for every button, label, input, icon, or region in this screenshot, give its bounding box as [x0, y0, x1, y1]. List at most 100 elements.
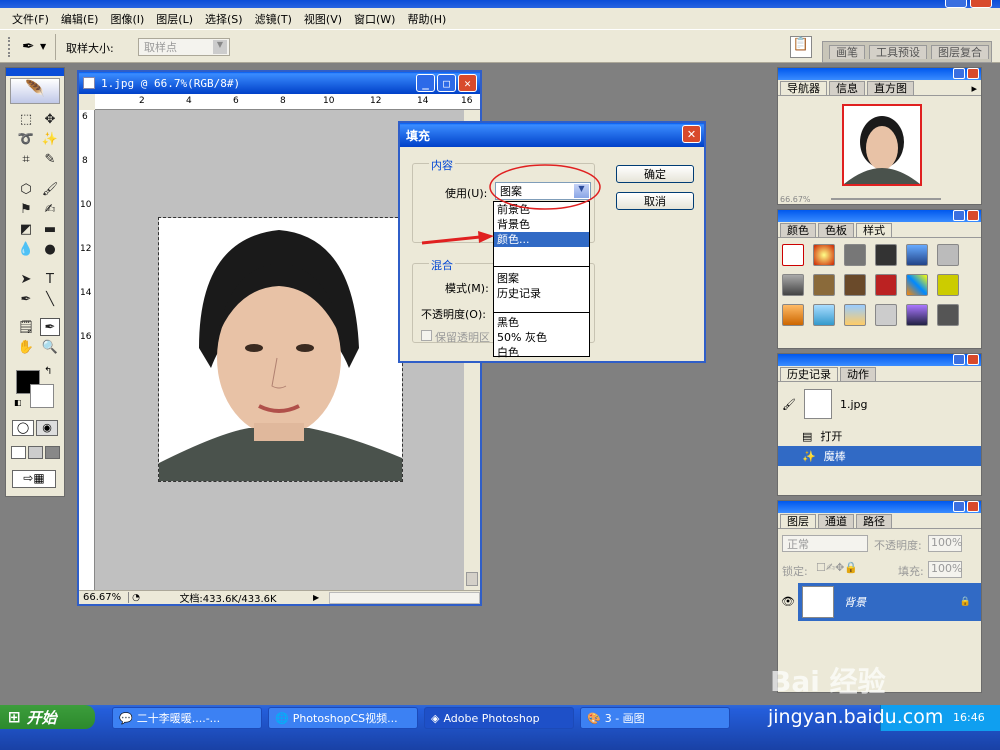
lasso-tool-icon[interactable]: ➰ [16, 130, 36, 148]
screen-mode-full-icon[interactable] [45, 446, 60, 459]
eye-icon[interactable]: 👁 [778, 583, 798, 621]
tab-actions[interactable]: 动作 [840, 367, 876, 381]
history-item-selected[interactable]: ✨ 魔棒 [778, 446, 981, 466]
sample-size-select[interactable]: 取样点 ▼ [138, 38, 230, 56]
brush-tool-icon[interactable]: 🖌 [40, 180, 60, 198]
panel-minimize-icon[interactable] [953, 501, 965, 512]
close-icon[interactable] [970, 0, 992, 8]
taskbar-item[interactable]: 🌐 PhotoshopCS视频... [268, 707, 418, 729]
pen-tool-icon[interactable]: ✒ [16, 290, 36, 308]
panel-minimize-icon[interactable] [953, 354, 965, 365]
dropdown-arrow-icon[interactable]: ▼ [40, 42, 46, 51]
tab-info[interactable]: 信息 [829, 81, 865, 95]
ok-button[interactable]: 确定 [616, 165, 694, 183]
history-brush-icon[interactable]: ✍ [40, 200, 60, 218]
option-50-gray[interactable]: 50% 灰色 [494, 330, 589, 345]
history-snapshot[interactable]: 🖌 1.jpg [782, 388, 978, 420]
tab-channels[interactable]: 通道 [818, 514, 854, 528]
doc-maximize-icon[interactable]: □ [437, 74, 456, 92]
preserve-transparency-checkbox[interactable] [421, 330, 432, 341]
notes-tool-icon[interactable]: 🗒 [16, 318, 36, 336]
cancel-button[interactable]: 取消 [616, 192, 694, 210]
horizontal-scrollbar[interactable] [329, 591, 480, 604]
menu-help[interactable]: 帮助(H) [401, 11, 452, 27]
tab-histogram[interactable]: 直方图 [867, 81, 914, 95]
screen-mode-full-menu-icon[interactable] [28, 446, 43, 459]
option-pattern[interactable]: 图案 [494, 271, 589, 286]
healing-brush-icon[interactable]: ⬡ [16, 180, 36, 198]
navigator-zoom[interactable]: 66.67% [780, 195, 811, 204]
blend-mode-select[interactable]: 正常 [782, 535, 868, 552]
panel-close-icon[interactable] [967, 210, 979, 221]
doc-close-icon[interactable]: ✕ [458, 74, 477, 92]
style-swatch[interactable] [813, 274, 835, 296]
type-tool-icon[interactable]: T [40, 270, 60, 288]
line-tool-icon[interactable]: ╲ [40, 290, 60, 308]
style-swatch[interactable] [937, 274, 959, 296]
tab-paths[interactable]: 路径 [856, 514, 892, 528]
scroll-down-icon[interactable] [466, 572, 478, 586]
option-history[interactable]: 历史记录 [494, 286, 589, 301]
photo-image[interactable] [158, 217, 403, 482]
style-swatch[interactable] [844, 244, 866, 266]
eyedropper-icon[interactable]: ✒ [22, 37, 35, 55]
tab-navigator[interactable]: 导航器 [780, 81, 827, 95]
style-swatch[interactable] [875, 304, 897, 326]
menu-view[interactable]: 视图(V) [298, 11, 348, 27]
option-white[interactable]: 白色 [494, 345, 589, 360]
menu-filter[interactable]: 滤镜(T) [249, 11, 298, 27]
style-swatch[interactable] [813, 244, 835, 266]
tab-tool-presets[interactable]: 工具预设 [869, 45, 927, 59]
tab-layer-comps[interactable]: 图层复合 [931, 45, 989, 59]
dodge-tool-icon[interactable]: ● [40, 240, 60, 258]
menu-layer[interactable]: 图层(L) [150, 11, 199, 27]
background-color-swatch[interactable] [30, 384, 54, 408]
start-button[interactable]: ⊞ 开始 [0, 705, 95, 729]
eraser-tool-icon[interactable]: ◩ [16, 220, 36, 238]
panel-minimize-icon[interactable] [953, 210, 965, 221]
layer-row[interactable]: 👁 背景 🔒 [778, 583, 981, 621]
tab-brushes[interactable]: 画笔 [829, 45, 865, 59]
slice-tool-icon[interactable]: ✎ [40, 150, 60, 168]
path-select-icon[interactable]: ➤ [16, 270, 36, 288]
brush-source-icon[interactable]: 🖌 [782, 398, 796, 411]
style-swatch[interactable] [937, 244, 959, 266]
menu-select[interactable]: 选择(S) [199, 11, 249, 27]
dialog-close-icon[interactable]: ✕ [682, 125, 701, 143]
zoom-slider[interactable] [830, 198, 941, 200]
style-none-swatch[interactable] [782, 244, 804, 266]
option-black[interactable]: 黑色 [494, 315, 589, 330]
marquee-tool-icon[interactable]: ⬚ [16, 110, 36, 128]
eyedropper-tool-icon[interactable]: ✒ [40, 318, 60, 336]
style-swatch[interactable] [875, 244, 897, 266]
gradient-tool-icon[interactable]: ▬ [40, 220, 60, 238]
minimize-icon[interactable] [945, 0, 967, 8]
panel-menu-icon[interactable]: ▸ [971, 82, 977, 95]
taskbar-item[interactable]: 🎨 3 - 画图 [580, 707, 730, 729]
style-swatch[interactable] [937, 304, 959, 326]
status-arrow-icon[interactable]: ▶ [313, 593, 323, 602]
style-swatch[interactable] [813, 304, 835, 326]
move-tool-icon[interactable]: ✥ [40, 110, 60, 128]
stamp-tool-icon[interactable]: ⚑ [16, 200, 36, 218]
quickmask-mode-icon[interactable]: ◉ [36, 420, 58, 436]
default-colors-icon[interactable]: ◧ [14, 398, 22, 407]
tab-layers[interactable]: 图层 [780, 514, 816, 528]
blur-tool-icon[interactable]: 💧 [16, 240, 36, 258]
feather-logo-icon[interactable]: 🪶 [10, 78, 60, 104]
taskbar-item[interactable]: 💬 二十李暖暖....-... [112, 707, 262, 729]
fill-input[interactable]: 100% [928, 561, 962, 578]
swap-colors-icon[interactable]: ↰ [44, 366, 52, 377]
standard-mode-icon[interactable]: ◯ [12, 420, 34, 436]
doc-minimize-icon[interactable]: _ [416, 74, 435, 92]
history-item[interactable]: ▤ 打开 [778, 426, 981, 446]
tab-swatches[interactable]: 色板 [818, 223, 854, 237]
style-swatch[interactable] [906, 274, 928, 296]
panel-close-icon[interactable] [967, 354, 979, 365]
menu-edit[interactable]: 编辑(E) [55, 11, 105, 27]
tab-color[interactable]: 颜色 [780, 223, 816, 237]
style-swatch[interactable] [782, 304, 804, 326]
style-swatch[interactable] [782, 274, 804, 296]
style-swatch[interactable] [844, 304, 866, 326]
screen-mode-standard-icon[interactable] [11, 446, 26, 459]
